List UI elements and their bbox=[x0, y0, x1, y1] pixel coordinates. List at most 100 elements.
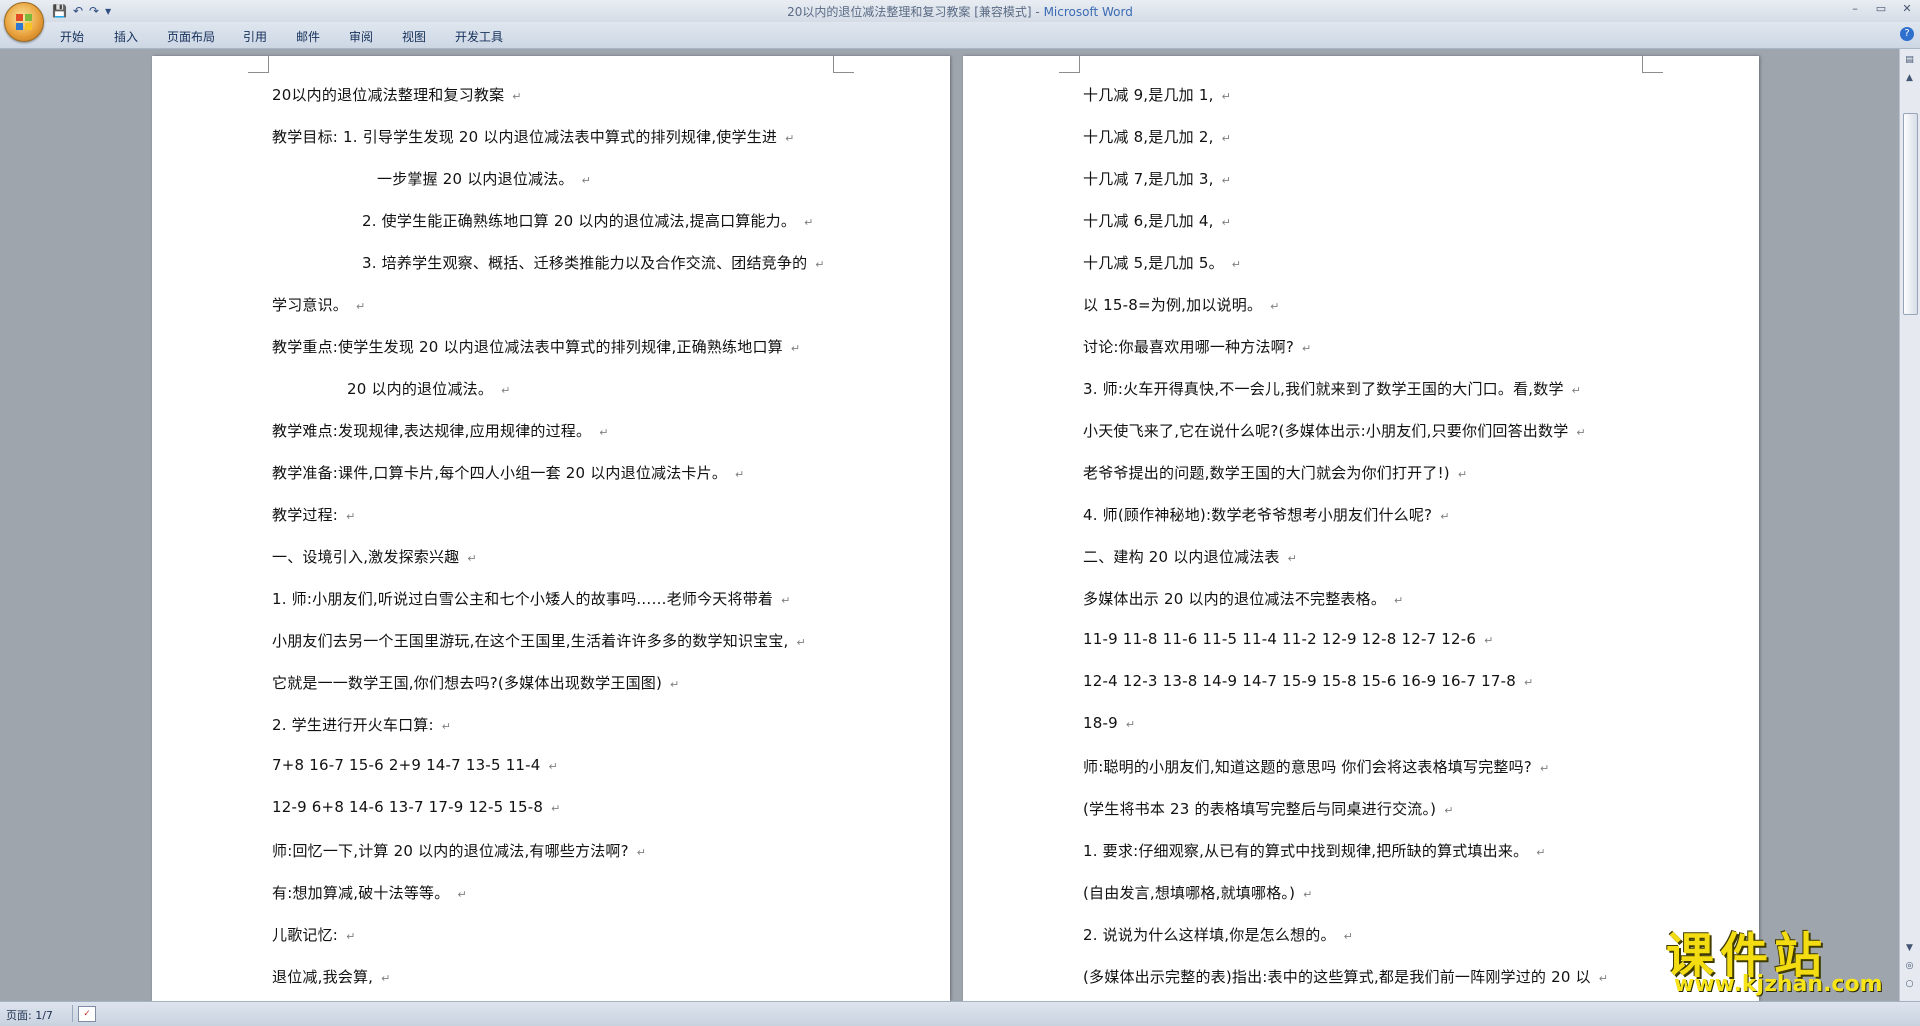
line-text: 11-9 11-8 11-6 11-5 11-4 11-2 12-9 12-8 … bbox=[1083, 630, 1477, 648]
paragraph-mark-icon: ↵ bbox=[599, 426, 609, 439]
ruler-toggle-icon[interactable]: ▤ bbox=[1902, 53, 1917, 68]
tab-developer[interactable]: 开发工具 bbox=[455, 28, 503, 45]
paragraph-mark-icon: ↵ bbox=[551, 802, 561, 815]
line-text: 12-4 12-3 13-8 14-9 14-7 15-9 15-8 15-6 … bbox=[1083, 672, 1516, 690]
tab-mailings[interactable]: 邮件 bbox=[296, 28, 320, 45]
title-bar: 💾 ↶ ↷ ▾ 20以内的退位减法整理和复习教案 [兼容模式] - Micros… bbox=[0, 0, 1920, 23]
line-text: 教学准备:课件,口算卡片,每个四人小组一套 20 以内退位减法卡片。 bbox=[272, 464, 728, 482]
paragraph-mark-icon: ↵ bbox=[1343, 930, 1354, 943]
paragraph-mark-icon: ↵ bbox=[804, 216, 814, 229]
document-line: 4. 师(顾作神秘地):数学老爷爷想考小朋友们什么呢? ↵ bbox=[1083, 504, 1450, 525]
document-line: 老爷爷提出的问题,数学王国的大门就会为你们打开了!) ↵ bbox=[1083, 462, 1467, 483]
document-page-2[interactable]: 十几减 9,是几加 1, ↵ 十几减 8,是几加 2, ↵ 十几减 7,是几加 3, ↵ 十… bbox=[963, 56, 1759, 1001]
line-text: 2. 学生进行开火车口算: bbox=[272, 716, 434, 734]
paragraph-mark-icon: ↵ bbox=[1221, 90, 1231, 103]
paragraph-mark-icon: ↵ bbox=[1221, 174, 1231, 187]
paragraph-mark-icon: ↵ bbox=[381, 972, 391, 985]
watermark-url: www.kjzhan.com bbox=[1674, 972, 1883, 997]
site-watermark: 课件站 www.kjzhan.com bbox=[1666, 916, 1912, 1000]
document-line: 12-9 6+8 14-6 13-7 17-9 12-5 15-8 ↵ bbox=[272, 798, 561, 816]
line-text: 一、设境引入,激发探索兴趣 bbox=[272, 548, 460, 566]
line-text: 多媒体出示 20 以内的退位减法不完整表格。 bbox=[1083, 590, 1387, 608]
document-line: 教学难点:发现规律,表达规律,应用规律的过程。 ↵ bbox=[272, 420, 609, 441]
page-count[interactable]: 页面: 1/7 bbox=[6, 1007, 53, 1023]
paragraph-mark-icon: ↵ bbox=[1221, 216, 1231, 229]
document-line: 12-4 12-3 13-8 14-9 14-7 15-9 15-8 15-6 … bbox=[1083, 672, 1533, 690]
help-icon[interactable]: ? bbox=[1900, 27, 1914, 41]
document-line: 3. 师:火车开得真快,不一会儿,我们就来到了数学王国的大门口。看,数学 ↵ bbox=[1083, 378, 1581, 399]
ribbon-tab-bar: 开始 插入 页面布局 引用 邮件 审阅 视图 开发工具 ? bbox=[0, 22, 1920, 49]
document-line: 20以内的退位减法整理和复习教案 ↵ bbox=[272, 84, 522, 105]
line-text: 它就是一一数学王国,你们想去吗?(多媒体出现数学王国图) bbox=[272, 674, 663, 692]
line-text: (学生将书本 23 的表格填写完整后与同桌进行交流。) bbox=[1083, 800, 1437, 818]
document-line: 20 以内的退位减法。 ↵ bbox=[347, 378, 510, 399]
paragraph-mark-icon: ↵ bbox=[346, 930, 356, 943]
scroll-up-button[interactable]: ▲ bbox=[1902, 71, 1917, 86]
document-page-1[interactable]: 20以内的退位减法整理和复习教案 ↵ 教学目标: 1. 引导学生发现 20 以内退位… bbox=[152, 56, 950, 1001]
document-line: 十几减 6,是几加 4, ↵ bbox=[1083, 210, 1231, 231]
document-line: 它就是一一数学王国,你们想去吗?(多媒体出现数学王国图) ↵ bbox=[272, 672, 679, 693]
line-text: 20以内的退位减法整理和复习教案 bbox=[272, 86, 505, 104]
paragraph-mark-icon: ↵ bbox=[1394, 594, 1404, 607]
vertical-scrollbar[interactable]: ▤ ▲ ▼ ◎ ○ bbox=[1899, 49, 1920, 1001]
paragraph-mark-icon: ↵ bbox=[1576, 426, 1586, 439]
line-text: 学习意识。 bbox=[272, 296, 349, 314]
paragraph-mark-icon: ↵ bbox=[1270, 300, 1280, 313]
margin-corner-mark bbox=[1642, 56, 1663, 73]
paragraph-mark-icon: ↵ bbox=[1287, 552, 1298, 565]
document-line: 一步掌握 20 以内退位减法。 ↵ bbox=[377, 168, 591, 189]
paragraph-mark-icon: ↵ bbox=[1536, 846, 1546, 859]
margin-corner-mark bbox=[1059, 56, 1080, 73]
line-text: 教学难点:发现规律,表达规律,应用规律的过程。 bbox=[272, 422, 592, 440]
document-title: 20以内的退位减法整理和复习教案 [兼容模式] - bbox=[787, 5, 1044, 19]
document-line: 以 15-8=为例,加以说明。 ↵ bbox=[1083, 294, 1280, 315]
line-text: 7+8 16-7 15-6 2+9 14-7 13-5 11-4 bbox=[272, 756, 541, 774]
line-text: 教学过程: bbox=[272, 506, 339, 524]
tab-insert[interactable]: 插入 bbox=[114, 28, 138, 45]
maximize-button[interactable]: ▭ bbox=[1868, 0, 1894, 18]
paragraph-mark-icon: ↵ bbox=[581, 174, 592, 187]
line-text: (多媒体出示完整的表)指出:表中的这些算式,都是我们前一阵刚学过的 20 以 bbox=[1083, 968, 1591, 986]
document-line: 7+8 16-7 15-6 2+9 14-7 13-5 11-4 ↵ bbox=[272, 756, 558, 774]
line-text: 以 15-8=为例,加以说明。 bbox=[1083, 296, 1263, 314]
document-line: 2. 说说为什么这样填,你是怎么想的。 ↵ bbox=[1083, 924, 1353, 945]
tab-home[interactable]: 开始 bbox=[60, 28, 84, 45]
tab-page-layout[interactable]: 页面布局 bbox=[167, 28, 215, 45]
document-line: 学习意识。 ↵ bbox=[272, 294, 365, 315]
document-line: 十几减 5,是几加 5。 ↵ bbox=[1083, 252, 1241, 273]
paragraph-mark-icon: ↵ bbox=[815, 258, 825, 271]
office-button[interactable] bbox=[4, 2, 44, 42]
line-text: 18-9 bbox=[1083, 714, 1118, 732]
paragraph-mark-icon: ↵ bbox=[796, 636, 806, 649]
close-button[interactable]: ✕ bbox=[1894, 0, 1920, 18]
proofing-icon[interactable]: ✓ bbox=[78, 1006, 96, 1022]
paragraph-mark-icon: ↵ bbox=[1444, 804, 1454, 817]
document-line: 一、设境引入,激发探索兴趣 ↵ bbox=[272, 546, 477, 567]
paragraph-mark-icon: ↵ bbox=[1303, 888, 1313, 901]
line-text: 4. 师(顾作神秘地):数学老爷爷想考小朋友们什么呢? bbox=[1083, 506, 1433, 524]
paragraph-mark-icon: ↵ bbox=[467, 552, 477, 565]
paragraph-mark-icon: ↵ bbox=[1125, 718, 1136, 731]
minimize-button[interactable]: – bbox=[1842, 0, 1868, 18]
paragraph-mark-icon: ↵ bbox=[457, 888, 467, 901]
tab-references[interactable]: 引用 bbox=[243, 28, 267, 45]
document-line: 教学过程: ↵ bbox=[272, 504, 355, 525]
line-text: 教学目标: 1. 引导学生发现 20 以内退位减法表中算式的排列规律,使学生进 bbox=[272, 128, 778, 146]
document-line: 11-9 11-8 11-6 11-5 11-4 11-2 12-9 12-8 … bbox=[1083, 630, 1494, 648]
paragraph-mark-icon: ↵ bbox=[501, 384, 511, 397]
line-text: 老爷爷提出的问题,数学王国的大门就会为你们打开了!) bbox=[1083, 464, 1450, 482]
tab-view[interactable]: 视图 bbox=[402, 28, 426, 45]
paragraph-mark-icon: ↵ bbox=[781, 594, 791, 607]
line-text: 20 以内的退位减法。 bbox=[347, 380, 494, 398]
scrollbar-thumb[interactable] bbox=[1903, 113, 1918, 315]
document-line: 十几减 7,是几加 3, ↵ bbox=[1083, 168, 1231, 189]
margin-corner-mark bbox=[248, 56, 269, 73]
document-line: 有:想加算减,破十法等等。 ↵ bbox=[272, 882, 467, 903]
tab-review[interactable]: 审阅 bbox=[349, 28, 373, 45]
paragraph-mark-icon: ↵ bbox=[1221, 132, 1231, 145]
document-line: 儿歌记忆: ↵ bbox=[272, 924, 355, 945]
app-name: Microsoft Word bbox=[1043, 5, 1133, 19]
document-line: 2. 使学生能正确熟练地口算 20 以内的退位减法,提高口算能力。 ↵ bbox=[362, 210, 814, 231]
paragraph-mark-icon: ↵ bbox=[1440, 510, 1450, 523]
margin-corner-mark bbox=[833, 56, 854, 73]
